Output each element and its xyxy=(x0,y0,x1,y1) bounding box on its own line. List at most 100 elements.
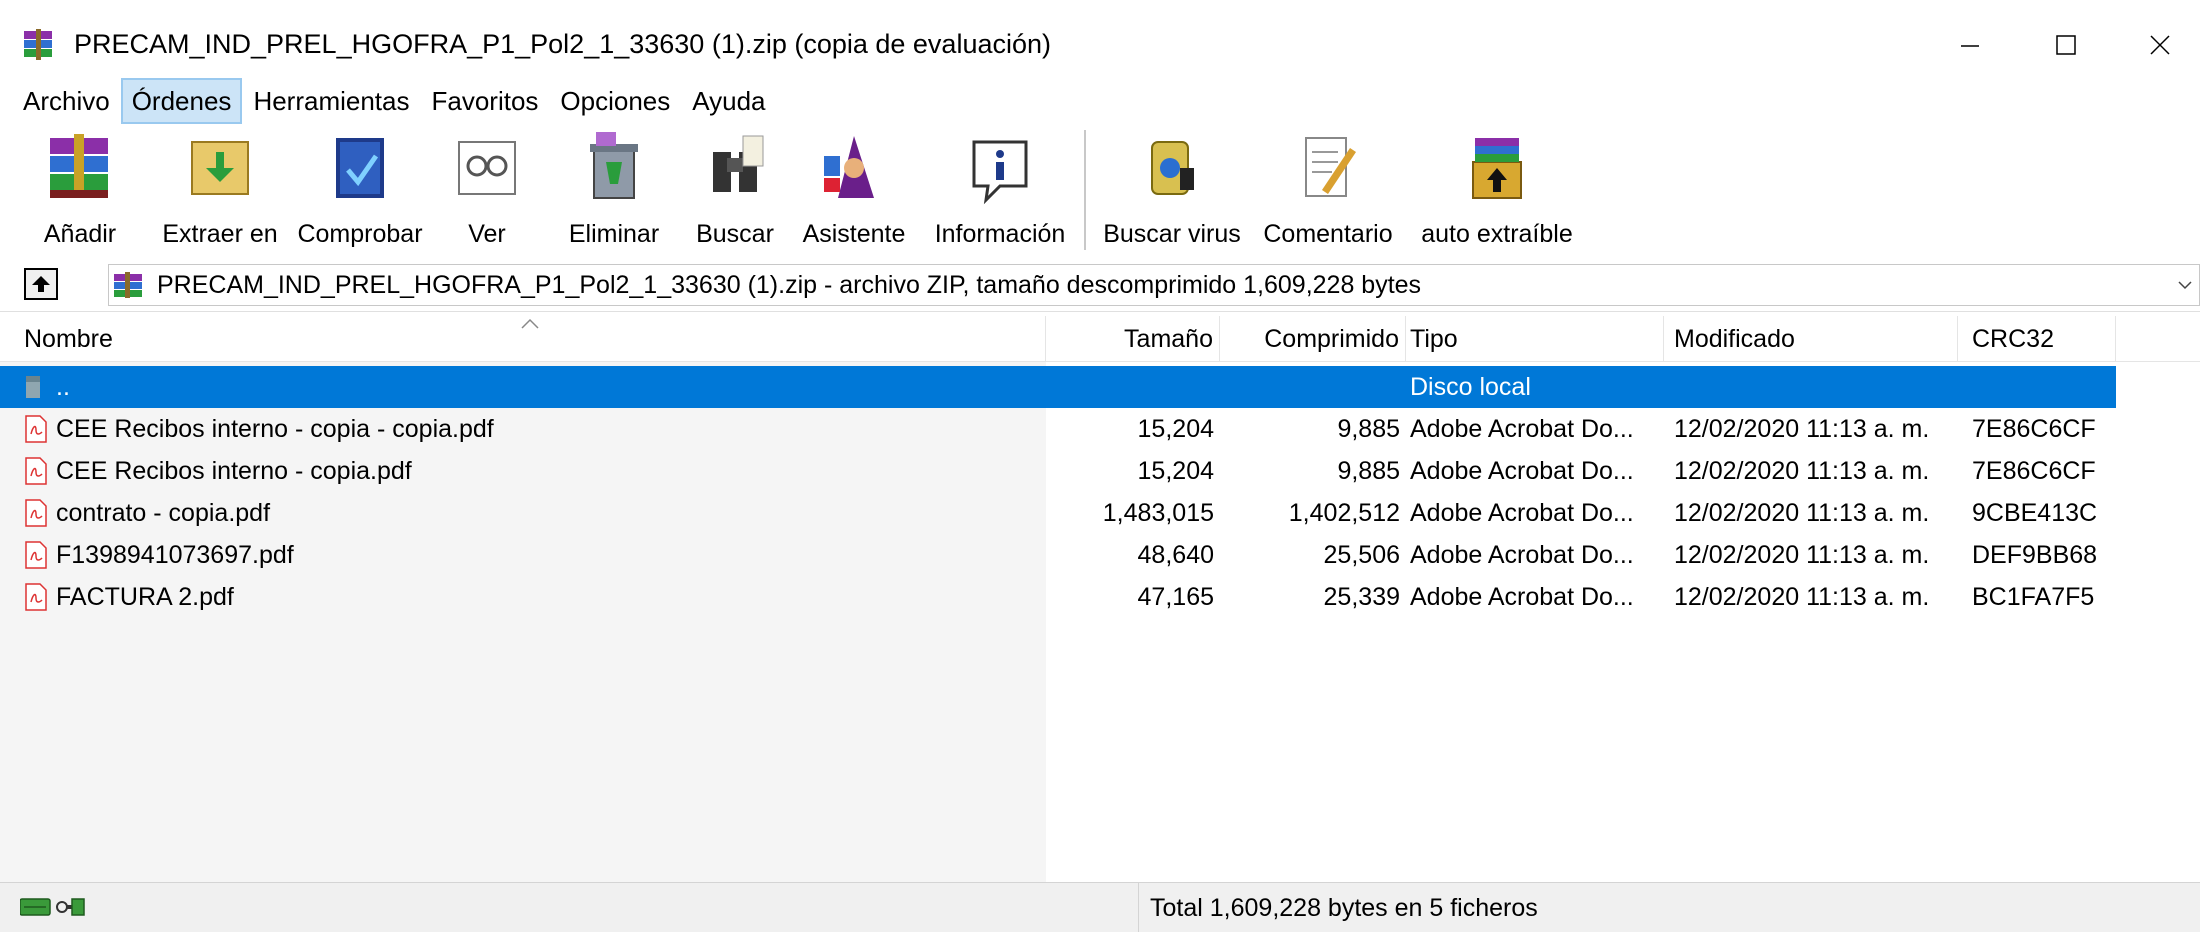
self-extract-button[interactable]: auto extraíble xyxy=(1412,124,1582,256)
self-extract-label: auto extraíble xyxy=(1421,220,1573,248)
wizard-button[interactable]: Asistente xyxy=(796,124,912,256)
find-label: Buscar xyxy=(696,220,774,248)
comment-icon xyxy=(1305,137,1356,197)
add-button[interactable]: Añadir xyxy=(38,124,122,256)
menu-opciones[interactable]: Opciones xyxy=(549,78,681,124)
row-packed: 25,506 xyxy=(1323,541,1400,569)
menu-ayuda[interactable]: Ayuda xyxy=(681,78,776,124)
column-type[interactable]: Tipo xyxy=(1406,316,1664,362)
chevron-down-icon xyxy=(2178,281,2192,290)
winrar-books-icon xyxy=(24,29,52,60)
menu-favoritos[interactable]: Favoritos xyxy=(421,78,550,124)
row-name: F1398941073697.pdf xyxy=(56,541,294,569)
row-name: FACTURA 2.pdf xyxy=(56,583,234,611)
wizard-label: Asistente xyxy=(802,220,906,248)
comment-button[interactable]: Comentario xyxy=(1258,124,1398,256)
row-packed: 25,339 xyxy=(1323,583,1400,611)
close-icon xyxy=(2150,35,2170,55)
up-folder-button[interactable] xyxy=(24,268,58,300)
row-modified xyxy=(1674,366,1958,408)
row-type: Adobe Acrobat Do... xyxy=(1410,499,1634,527)
menu-bar: Archivo Órdenes Herramientas Favoritos O… xyxy=(0,78,2200,124)
row-type: Adobe Acrobat Do... xyxy=(1410,583,1634,611)
virus-scan-label: Buscar virus xyxy=(1103,220,1241,248)
row-packed: 9,885 xyxy=(1337,415,1400,443)
row-name: CEE Recibos interno - copia.pdf xyxy=(56,457,412,485)
zip-archive-icon xyxy=(114,272,142,298)
row-size xyxy=(1046,366,1214,408)
extract-button[interactable]: Extraer en xyxy=(158,124,282,256)
close-button[interactable] xyxy=(2130,20,2190,70)
delete-button[interactable]: Eliminar xyxy=(564,124,664,256)
delete-label: Eliminar xyxy=(568,220,660,248)
row-type: Adobe Acrobat Do... xyxy=(1410,457,1634,485)
menu-herramientas[interactable]: Herramientas xyxy=(242,78,420,124)
menu-archivo[interactable]: Archivo xyxy=(12,78,121,124)
list-item-parent[interactable]: .. Disco local xyxy=(0,366,2116,408)
view-button[interactable]: Ver xyxy=(446,124,528,256)
row-crc xyxy=(1972,366,2116,408)
status-divider xyxy=(1138,883,1139,932)
row-modified: 12/02/2020 11:13 a. m. xyxy=(1674,499,1930,527)
pdf-file-icon xyxy=(25,457,47,485)
list-item[interactable]: contrato - copia.pdf 1,483,015 1,402,512… xyxy=(0,492,2116,534)
parent-folder-icon xyxy=(26,376,40,398)
info-button[interactable]: Información xyxy=(924,124,1076,256)
row-modified: 12/02/2020 11:13 a. m. xyxy=(1674,583,1930,611)
minimize-button[interactable] xyxy=(1940,20,2000,70)
add-label: Añadir xyxy=(43,220,117,248)
row-modified: 12/02/2020 11:13 a. m. xyxy=(1674,541,1930,569)
row-name: contrato - copia.pdf xyxy=(56,499,271,527)
wizard-icon xyxy=(824,136,874,198)
pdf-file-icon xyxy=(25,541,47,569)
up-arrow-icon xyxy=(32,276,50,292)
maximize-icon xyxy=(2056,35,2076,55)
address-text: PRECAM_IND_PREL_HGOFRA_P1_Pol2_1_33630 (… xyxy=(157,271,1422,299)
list-item[interactable]: F1398941073697.pdf 48,640 25,506 Adobe A… xyxy=(0,534,2116,576)
info-icon xyxy=(972,140,1028,205)
info-label: Información xyxy=(934,220,1066,248)
address-field[interactable]: PRECAM_IND_PREL_HGOFRA_P1_Pol2_1_33630 (… xyxy=(108,264,2200,306)
list-item[interactable]: FACTURA 2.pdf 47,165 25,339 Adobe Acroba… xyxy=(0,576,2116,618)
column-crc[interactable]: CRC32 xyxy=(1958,316,2116,362)
column-crc-label: CRC32 xyxy=(1972,325,2054,353)
pdf-file-icon xyxy=(25,499,47,527)
row-crc: 7E86C6CF xyxy=(1972,415,2096,443)
status-summary: Total 1,609,228 bytes en 5 ficheros xyxy=(1150,894,1538,922)
address-dropdown[interactable] xyxy=(2175,271,2195,299)
list-item[interactable]: CEE Recibos interno - copia.pdf 15,204 9… xyxy=(0,450,2116,492)
sort-ascending-icon xyxy=(521,318,539,329)
column-name[interactable]: Nombre xyxy=(0,316,1046,362)
row-name: .. xyxy=(56,373,70,401)
comment-label: Comentario xyxy=(1263,220,1393,248)
row-size: 47,165 xyxy=(1137,583,1214,611)
virus-scan-button[interactable]: Buscar virus xyxy=(1102,124,1242,256)
row-packed xyxy=(1220,366,1400,408)
column-packed[interactable]: Comprimido xyxy=(1220,316,1406,362)
add-archive-icon xyxy=(50,134,108,198)
menu-ordenes[interactable]: Órdenes xyxy=(120,78,243,124)
extract-label: Extraer en xyxy=(162,220,278,248)
column-type-label: Tipo xyxy=(1410,325,1458,353)
column-modified[interactable]: Modificado xyxy=(1664,316,1958,362)
title-bar: PRECAM_IND_PREL_HGOFRA_P1_Pol2_1_33630 (… xyxy=(0,0,2200,90)
list-item[interactable]: CEE Recibos interno - copia - copia.pdf … xyxy=(0,408,2116,450)
self-extract-icon xyxy=(1472,138,1522,199)
row-crc: 7E86C6CF xyxy=(1972,457,2096,485)
find-button[interactable]: Buscar xyxy=(686,124,784,256)
pdf-file-icon xyxy=(25,415,47,443)
maximize-button[interactable] xyxy=(2036,20,2096,70)
drive-icon xyxy=(20,898,51,916)
toolbar-separator xyxy=(1084,130,1086,250)
pdf-file-icon xyxy=(25,583,47,611)
row-size: 1,483,015 xyxy=(1102,499,1214,527)
row-size: 15,204 xyxy=(1137,457,1214,485)
row-size: 15,204 xyxy=(1137,415,1214,443)
test-button[interactable]: Comprobar xyxy=(292,124,428,256)
column-size[interactable]: Tamaño xyxy=(1046,316,1220,362)
row-packed: 1,402,512 xyxy=(1288,499,1400,527)
address-bar: PRECAM_IND_PREL_HGOFRA_P1_Pol2_1_33630 (… xyxy=(0,256,2200,312)
row-crc: DEF9BB68 xyxy=(1972,541,2098,569)
row-packed: 9,885 xyxy=(1337,457,1400,485)
row-crc: 9CBE413C xyxy=(1972,499,2098,527)
